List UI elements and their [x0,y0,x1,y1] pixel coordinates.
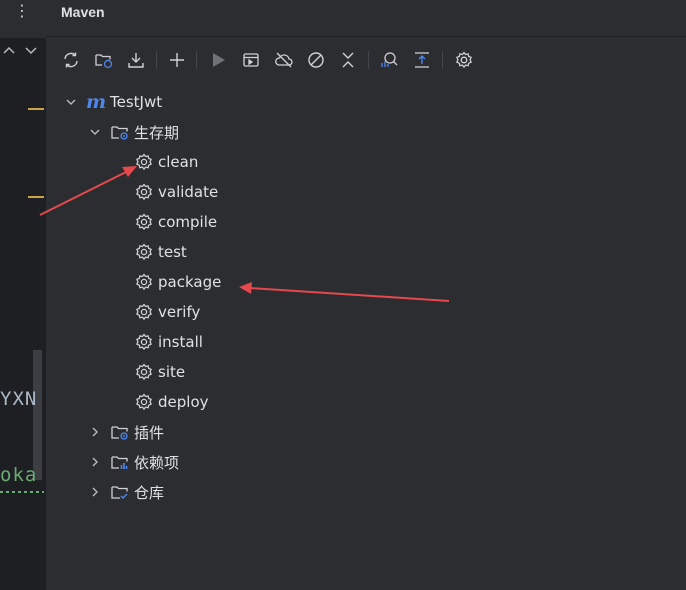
editor-code-text: YXN [0,388,38,410]
maven-toolbar [46,44,686,76]
offline-icon[interactable] [272,48,296,72]
lifecycle-phase-site[interactable]: site [134,357,185,387]
lifecycle-label: 生存期 [134,123,180,142]
folder-settings-icon [110,122,130,142]
tree-item-repositories[interactable]: 仓库 [88,477,164,507]
chevron-right-icon[interactable] [88,455,102,469]
repositories-label: 仓库 [134,483,165,502]
phase-label: install [158,333,203,351]
lifecycle-phase-package[interactable]: package [134,267,221,297]
lifecycle-phase-clean[interactable]: clean [134,147,198,177]
spellcheck-underline [0,491,44,493]
maven-tool-window: Maven m TestJwt 生存期 clean validate compi… [46,0,686,590]
lifecycle-phase-deploy[interactable]: deploy [134,387,209,417]
reload-icon[interactable] [59,48,83,72]
tree-item-plugins[interactable]: 插件 [88,417,164,447]
tree-item-dependencies[interactable]: 依赖项 [88,447,179,477]
skip-tests-icon[interactable] [304,48,328,72]
editor-scrollbar[interactable] [33,350,42,480]
gear-icon [134,332,154,352]
plugins-label: 插件 [134,423,165,442]
chevron-down-icon[interactable] [88,125,102,139]
gear-icon [134,272,154,292]
lifecycle-phase-install[interactable]: install [134,327,203,357]
more-options-icon[interactable]: ⋮ [14,3,30,19]
lifecycle-phase-compile[interactable]: compile [134,207,217,237]
gear-icon [134,152,154,172]
phase-label: compile [158,213,218,231]
phase-label: validate [158,183,219,201]
editor-code-string: oka [0,464,38,486]
lifecycle-phase-validate[interactable]: validate [134,177,218,207]
gear-icon [134,182,154,202]
phase-label: clean [158,153,199,171]
toolbar-separator [196,51,197,69]
gear-icon [134,392,154,412]
phase-label: package [158,273,222,291]
divider [46,36,686,37]
folder-repositories-icon [110,482,130,502]
gear-icon [134,212,154,232]
collapse-icon[interactable] [336,48,360,72]
chevron-down-icon[interactable] [24,44,38,56]
lifecycle-phase-test[interactable]: test [134,237,187,267]
show-diagram-icon[interactable] [410,48,434,72]
gear-icon [134,362,154,382]
editor-header: ⋮ [0,0,46,38]
gear-icon [134,242,154,262]
chevron-right-icon[interactable] [88,425,102,439]
gutter-change-marker [28,196,44,198]
folder-plugins-icon [110,422,130,442]
chevron-up-icon[interactable] [2,44,16,56]
toolbar-separator [156,51,157,69]
maven-project-icon: m [85,91,107,113]
download-icon[interactable] [124,48,148,72]
tree-item-project[interactable]: m TestJwt [64,87,162,117]
dependencies-label: 依赖项 [134,453,180,472]
run-configuration-icon[interactable] [239,48,263,72]
chevron-right-icon[interactable] [88,485,102,499]
panel-title: Maven [61,4,105,20]
chevron-down-icon[interactable] [64,95,78,109]
phase-label: test [158,243,187,261]
add-icon[interactable] [165,48,189,72]
toolbar-separator [368,51,369,69]
analyze-dependencies-icon[interactable] [377,48,401,72]
gutter-change-marker [28,108,44,110]
tree-item-lifecycle[interactable]: 生存期 [88,117,179,147]
run-icon[interactable] [206,48,230,72]
phase-label: deploy [158,393,209,411]
phase-label: site [158,363,186,381]
lifecycle-phase-verify[interactable]: verify [134,297,200,327]
folder-dependencies-icon [110,452,130,472]
generate-sources-icon[interactable] [92,48,116,72]
project-label: TestJwt [110,93,163,111]
toolbar-separator [442,51,443,69]
editor-strip: ⋮ YXN oka [0,0,46,590]
gear-icon [134,302,154,322]
settings-icon[interactable] [452,48,476,72]
phase-label: verify [158,303,201,321]
